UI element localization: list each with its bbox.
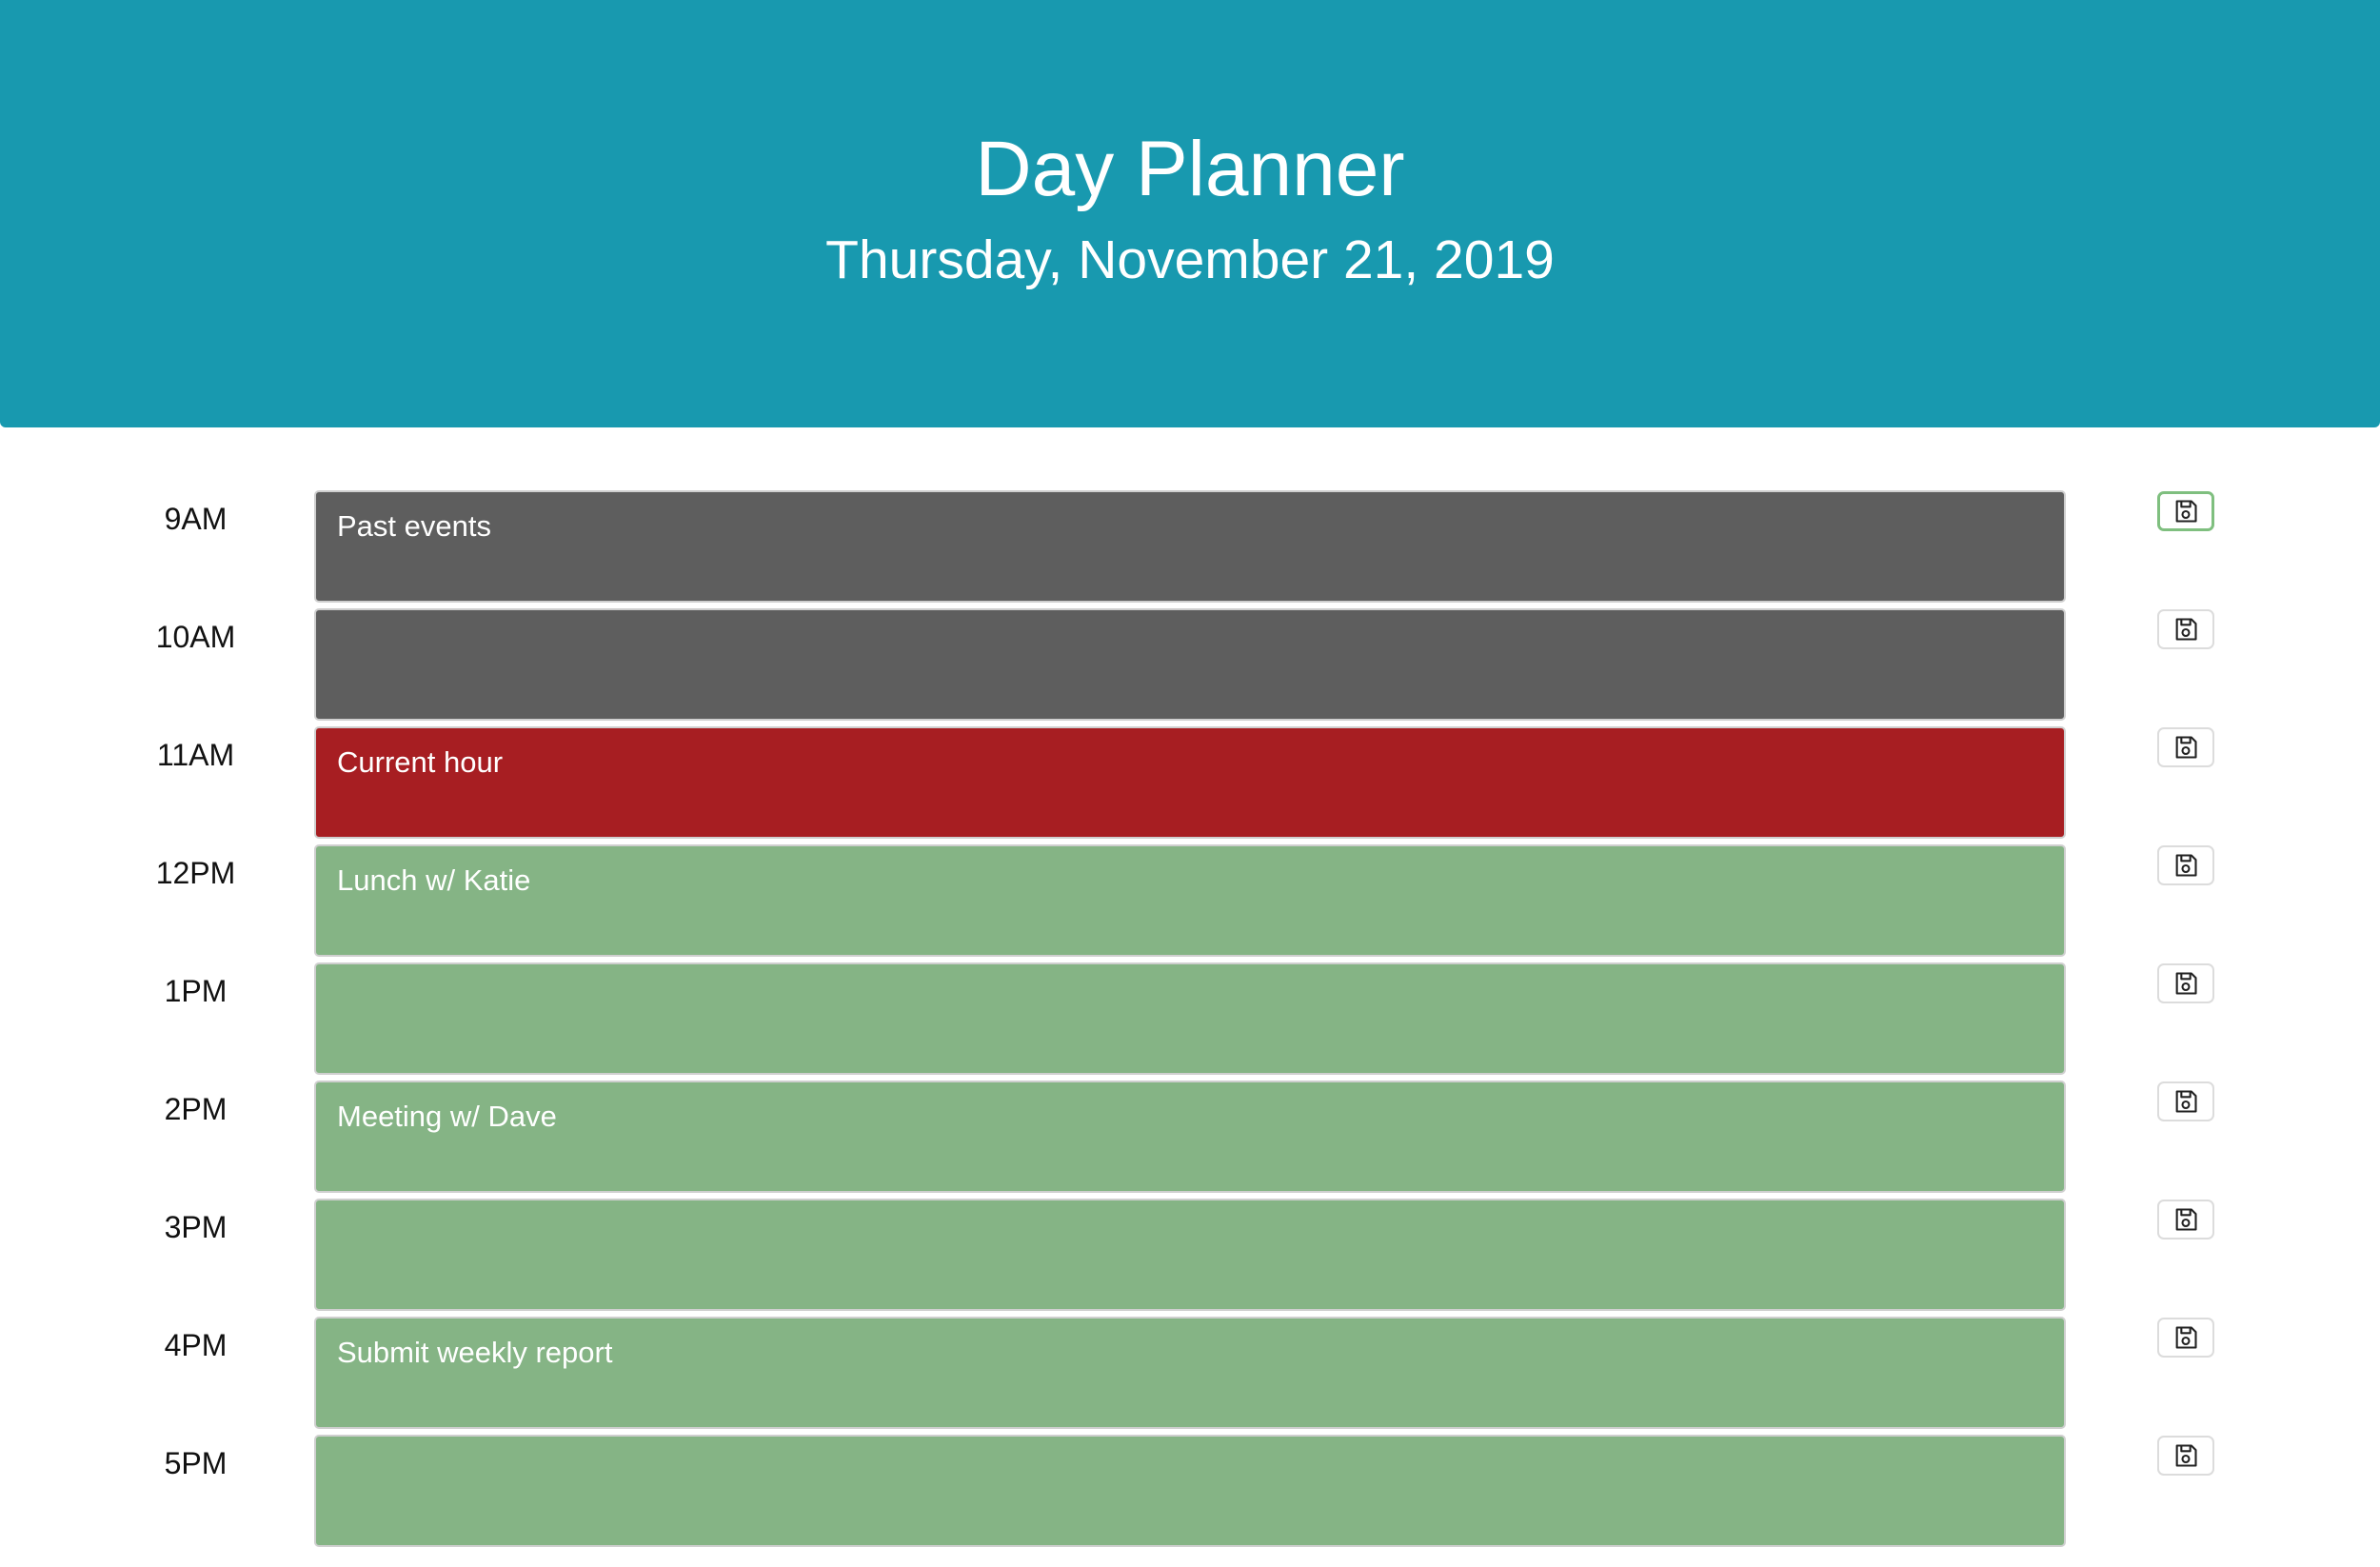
event-input[interactable] [314, 608, 2066, 721]
floppy-disk-icon [2172, 1206, 2199, 1233]
time-block: 12PM Lunch w/ Katie [0, 843, 2380, 962]
save-button[interactable] [2157, 1200, 2214, 1240]
event-input[interactable]: Submit weekly report [314, 1317, 2066, 1429]
hour-label: 3PM [164, 1210, 228, 1244]
hour-label: 2PM [164, 1092, 228, 1126]
event-input[interactable] [314, 962, 2066, 1075]
event-input[interactable]: Past events [314, 490, 2066, 603]
page-title: Day Planner [975, 126, 1405, 212]
time-block: 9AM Past events [0, 489, 2380, 607]
save-button[interactable] [2157, 727, 2214, 767]
event-input[interactable] [314, 1199, 2066, 1311]
save-button[interactable] [2157, 1436, 2214, 1476]
save-button[interactable] [2157, 1081, 2214, 1121]
time-block: 5PM [0, 1434, 2380, 1552]
time-block: 2PM Meeting w/ Dave [0, 1080, 2380, 1198]
floppy-disk-icon [2172, 734, 2199, 761]
time-block: 1PM [0, 962, 2380, 1080]
current-date: Thursday, November 21, 2019 [825, 229, 1555, 290]
time-block: 4PM Submit weekly report [0, 1316, 2380, 1434]
hour-label: 9AM [164, 502, 228, 536]
event-input[interactable]: Lunch w/ Katie [314, 844, 2066, 957]
hour-label: 1PM [164, 974, 228, 1008]
event-input[interactable] [314, 1435, 2066, 1547]
hour-label: 12PM [155, 856, 236, 890]
floppy-disk-icon [2172, 498, 2199, 525]
time-block: 10AM [0, 607, 2380, 725]
event-input[interactable]: Meeting w/ Dave [314, 1081, 2066, 1193]
event-input[interactable]: Current hour [314, 726, 2066, 839]
save-button[interactable] [2157, 963, 2214, 1003]
floppy-disk-icon [2172, 852, 2199, 879]
save-button[interactable] [2157, 491, 2214, 531]
hour-label: 10AM [155, 620, 236, 654]
save-button[interactable] [2157, 609, 2214, 649]
hour-label: 4PM [164, 1328, 228, 1362]
floppy-disk-icon [2172, 1442, 2199, 1469]
floppy-disk-icon [2172, 1088, 2199, 1115]
save-button[interactable] [2157, 845, 2214, 885]
save-button[interactable] [2157, 1318, 2214, 1358]
time-block: 3PM [0, 1198, 2380, 1316]
floppy-disk-icon [2172, 1324, 2199, 1351]
floppy-disk-icon [2172, 616, 2199, 643]
hour-label: 5PM [164, 1446, 228, 1480]
floppy-disk-icon [2172, 970, 2199, 997]
page-header: Day Planner Thursday, November 21, 2019 [0, 0, 2380, 427]
hour-label: 11AM [156, 738, 235, 772]
time-block: 11AM Current hour [0, 725, 2380, 843]
